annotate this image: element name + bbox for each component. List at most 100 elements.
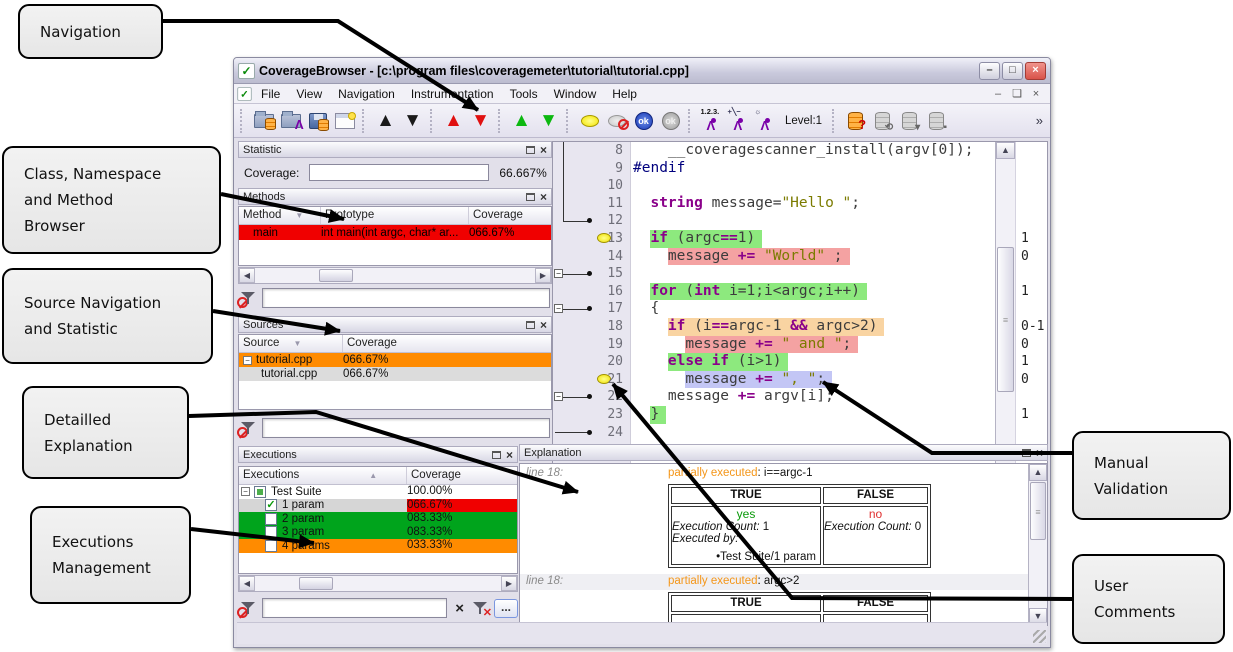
- collapse-minus-icon[interactable]: −: [554, 304, 563, 313]
- toolbar-grip[interactable]: [832, 109, 839, 133]
- execution-row[interactable]: −Test Suite100.00%: [239, 485, 517, 499]
- tree-expander-icon[interactable]: −: [241, 487, 250, 496]
- methods-col-coverage[interactable]: Coverage: [469, 207, 551, 224]
- collapse-minus-icon[interactable]: −: [554, 392, 563, 401]
- filter-funnel-icon[interactable]: [240, 291, 256, 305]
- scroll-up-icon[interactable]: ▲: [1029, 464, 1047, 481]
- float-panel-icon[interactable]: [526, 146, 535, 154]
- code-line[interactable]: [631, 265, 995, 283]
- close-panel-icon[interactable]: ×: [540, 320, 547, 330]
- methods-col-method[interactable]: Method▼: [239, 207, 321, 224]
- scroll-left-icon[interactable]: ◀: [239, 268, 255, 283]
- toolbar-grip[interactable]: [430, 109, 437, 133]
- menu-tools[interactable]: Tools: [502, 85, 546, 103]
- code-line[interactable]: message += argv[i];: [631, 388, 995, 406]
- database-tool-icon[interactable]: ⟲: [869, 107, 896, 134]
- add-comment-icon[interactable]: [576, 107, 603, 134]
- code-line[interactable]: else if (i>1): [631, 353, 995, 371]
- delete-filter-icon[interactable]: ✕: [472, 601, 488, 615]
- float-panel-icon[interactable]: [526, 193, 535, 201]
- code-line[interactable]: for (int i=1;i<argc;i++): [631, 283, 995, 301]
- code-line[interactable]: [631, 424, 995, 442]
- database-query-icon[interactable]: ?: [842, 107, 869, 134]
- toolbar-grip[interactable]: [362, 109, 369, 133]
- sources-col-coverage[interactable]: Coverage: [343, 335, 551, 352]
- save-database-icon[interactable]: [304, 107, 331, 134]
- execution-count-icon[interactable]: 1.2.3.Λ: [698, 107, 725, 134]
- code-line[interactable]: message += ", ";: [631, 371, 995, 389]
- sources-filter-input[interactable]: [262, 418, 550, 438]
- next-black-icon[interactable]: [399, 107, 426, 134]
- execution-row[interactable]: ✓1 param066.67%: [239, 499, 517, 513]
- previous-uncovered-red-icon[interactable]: [440, 107, 467, 134]
- scrollbar-thumb[interactable]: ≡: [1030, 482, 1046, 540]
- code-line[interactable]: string message="Hello ";: [631, 195, 995, 213]
- method-row[interactable]: mainint main(int argc, char* ar...066.67…: [239, 225, 551, 240]
- methods-filter-input[interactable]: [262, 288, 550, 308]
- mdi-close-button[interactable]: ×: [1028, 87, 1044, 101]
- filter-funnel-icon[interactable]: [240, 601, 256, 615]
- code-line[interactable]: {: [631, 300, 995, 318]
- scroll-right-icon[interactable]: ▶: [501, 576, 517, 591]
- database-delete-icon[interactable]: ▾: [896, 107, 923, 134]
- resize-grip[interactable]: [1033, 630, 1046, 643]
- code-line[interactable]: __coveragescanner_install(argv[0]);: [631, 142, 995, 160]
- explanation-vscrollbar[interactable]: ▲ ≡ ▼: [1028, 464, 1047, 625]
- execution-checkbox[interactable]: [265, 513, 277, 525]
- open-coverage-database-icon[interactable]: [250, 107, 277, 134]
- code-line[interactable]: [631, 212, 995, 230]
- close-panel-icon[interactable]: ×: [540, 145, 547, 155]
- execution-settings-icon[interactable]: ☼Λ: [752, 107, 779, 134]
- execution-checkbox[interactable]: [254, 486, 266, 498]
- previous-covered-green-icon[interactable]: [508, 107, 535, 134]
- collapse-minus-icon[interactable]: −: [554, 269, 563, 278]
- next-uncovered-red-icon[interactable]: [467, 107, 494, 134]
- code-line[interactable]: if (i==argc-1 && argc>2): [631, 318, 995, 336]
- unvalidate-icon[interactable]: ok: [657, 107, 684, 134]
- scroll-right-icon[interactable]: ▶: [535, 268, 551, 283]
- close-button[interactable]: ×: [1025, 62, 1046, 80]
- menu-help[interactable]: Help: [604, 85, 645, 103]
- menu-file[interactable]: File: [253, 85, 288, 103]
- code-line[interactable]: [631, 177, 995, 195]
- float-panel-icon[interactable]: [492, 451, 501, 459]
- float-panel-icon[interactable]: [1022, 449, 1031, 457]
- code-line[interactable]: if (argc==1): [631, 230, 995, 248]
- execution-checkbox[interactable]: [265, 526, 277, 538]
- toolbar-grip[interactable]: [240, 109, 247, 133]
- filter-funnel-icon[interactable]: [240, 421, 256, 435]
- new-window-icon[interactable]: [331, 107, 358, 134]
- scrollbar-thumb[interactable]: ≡: [997, 247, 1014, 392]
- execution-row[interactable]: 3 param083.33%: [239, 526, 517, 540]
- float-panel-icon[interactable]: [526, 321, 535, 329]
- execution-compare-icon[interactable]: +╲−Λ: [725, 107, 752, 134]
- toolbar-overflow-chevron[interactable]: »: [1036, 113, 1048, 128]
- code-line[interactable]: message += " and ";: [631, 336, 995, 354]
- minimize-button[interactable]: –: [979, 62, 1000, 80]
- close-panel-icon[interactable]: ×: [1036, 448, 1043, 458]
- menu-instrumentation[interactable]: Instrumentation: [403, 85, 502, 103]
- close-panel-icon[interactable]: ×: [540, 192, 547, 202]
- execution-row[interactable]: 4 params033.33%: [239, 539, 517, 553]
- code-line[interactable]: }: [631, 406, 995, 424]
- scroll-left-icon[interactable]: ◀: [239, 576, 255, 591]
- close-panel-icon[interactable]: ×: [506, 450, 513, 460]
- title-bar[interactable]: ✓ CoverageBrowser - [c:\program files\co…: [234, 58, 1050, 84]
- menu-window[interactable]: Window: [546, 85, 605, 103]
- scroll-up-icon[interactable]: ▲: [996, 142, 1015, 159]
- source-row[interactable]: −tutorial.cpp066.67%: [239, 353, 551, 367]
- execution-checkbox[interactable]: ✓: [265, 499, 277, 511]
- mdi-restore-button[interactable]: ❏: [1009, 87, 1025, 101]
- validate-ok-icon[interactable]: ok: [630, 107, 657, 134]
- more-options-button[interactable]: ...: [494, 599, 518, 618]
- executions-col-name[interactable]: Executions▲: [239, 467, 407, 484]
- open-execution-icon[interactable]: Λ: [277, 107, 304, 134]
- maximize-button[interactable]: □: [1002, 62, 1023, 80]
- scrollbar-thumb[interactable]: [319, 269, 353, 282]
- database-merge-icon[interactable]: ▪: [923, 107, 950, 134]
- next-covered-green-icon[interactable]: [535, 107, 562, 134]
- execution-row[interactable]: 2 param083.33%: [239, 512, 517, 526]
- menu-view[interactable]: View: [288, 85, 330, 103]
- methods-hscrollbar[interactable]: ◀ ▶: [238, 267, 552, 284]
- executions-hscrollbar[interactable]: ◀ ▶: [238, 575, 518, 592]
